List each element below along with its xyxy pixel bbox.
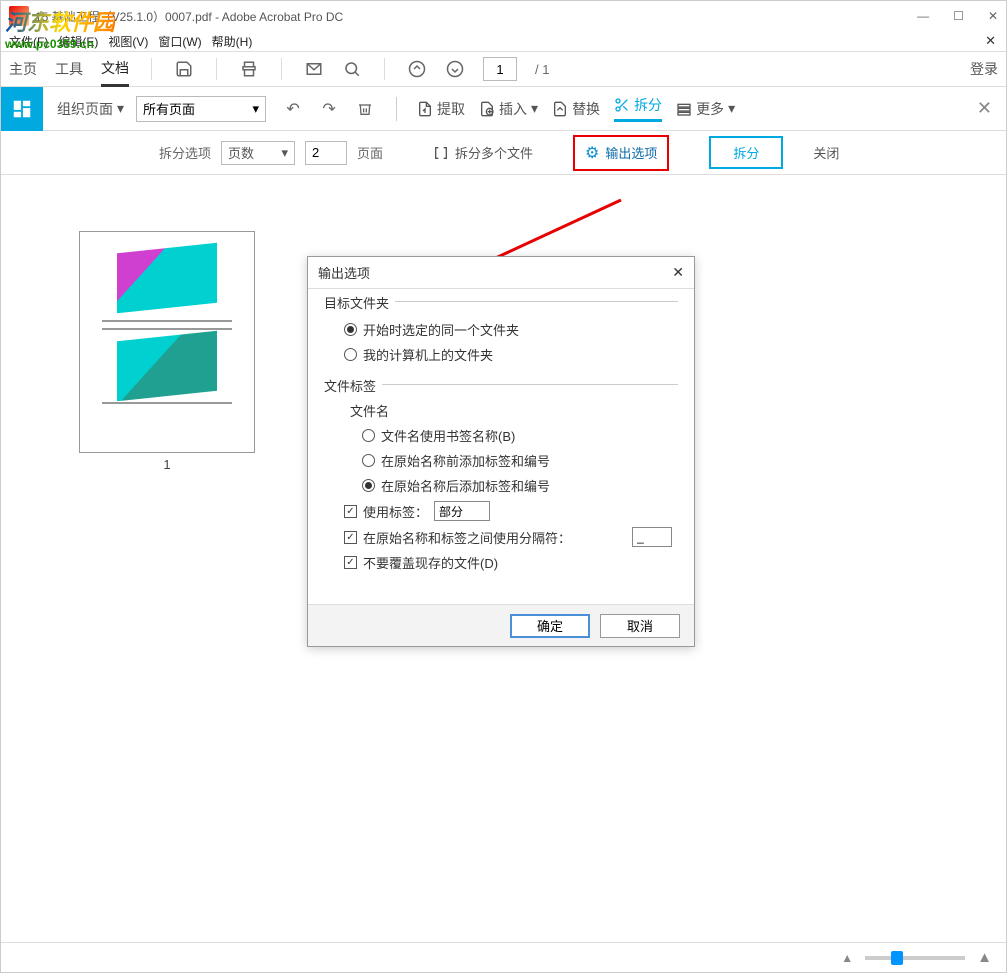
page-up-icon[interactable] (407, 59, 427, 79)
organize-dropdown[interactable]: 组织页面 ▾ (57, 99, 124, 119)
checkbox-icon (344, 531, 357, 544)
login-button[interactable]: 登录 (970, 59, 998, 79)
insert-button[interactable]: 插入 ▾ (479, 99, 538, 119)
thumbnail-number: 1 (79, 457, 255, 472)
radio-prefix[interactable]: 在原始名称前添加标签和编号 (362, 451, 672, 470)
file-label-legend: 文件标签 (324, 376, 382, 395)
close-organize-icon[interactable]: ✕ (977, 98, 992, 119)
split-close-button[interactable]: 关闭 (813, 143, 839, 162)
close-window-button[interactable]: ✕ (988, 9, 998, 23)
filename-label: 文件名 (350, 401, 672, 420)
menu-help[interactable]: 帮助(H) (212, 33, 253, 50)
dialog-titlebar: 输出选项 ✕ (308, 257, 694, 289)
extract-button[interactable]: 提取 (417, 99, 465, 119)
ok-button[interactable]: 确定 (510, 614, 590, 638)
split-run-button[interactable]: 拆分 (709, 136, 783, 169)
gear-icon: ⚙ (585, 143, 599, 163)
checkbox-use-separator[interactable]: 在原始名称和标签之间使用分隔符： (344, 527, 672, 547)
top-toolbar: 主页 工具 文档 / 1 登录 (1, 51, 1006, 87)
tab-tools[interactable]: 工具 (55, 53, 83, 85)
radio-computer-folder[interactable]: 我的计算机上的文件夹 (344, 345, 672, 364)
delete-icon[interactable] (354, 98, 376, 120)
separator (281, 58, 282, 80)
split-by-select[interactable]: 页数▾ (221, 141, 295, 165)
radio-use-bookmark[interactable]: 文件名使用书签名称(B) (362, 426, 672, 445)
menu-window[interactable]: 窗口(W) (158, 33, 201, 50)
radio-icon (344, 323, 357, 336)
print-icon[interactable] (239, 59, 259, 79)
page-thumbnail[interactable]: 1 (79, 231, 255, 472)
checkbox-no-overwrite[interactable]: 不要覆盖现存的文件(D) (344, 553, 672, 572)
menu-edit[interactable]: 编辑(E) (58, 33, 98, 50)
page-total: / 1 (535, 62, 549, 77)
dialog-title: 输出选项 (318, 263, 370, 282)
maximize-button[interactable]: ☐ (953, 9, 964, 23)
app-icon (9, 6, 29, 26)
radio-icon (362, 454, 375, 467)
split-count-input[interactable] (305, 141, 347, 165)
zoom-small-icon[interactable]: ▲ (841, 951, 853, 965)
menubar: 文件(F) 编辑(E) 视图(V) 窗口(W) 帮助(H) ✕ (1, 31, 1006, 51)
organize-pages-icon[interactable] (1, 87, 43, 131)
radio-suffix[interactable]: 在原始名称后添加标签和编号 (362, 476, 672, 495)
target-folder-group: 目标文件夹 开始时选定的同一个文件夹 我的计算机上的文件夹 (324, 301, 678, 376)
radio-icon (362, 479, 375, 492)
minimize-button[interactable]: — (917, 9, 929, 23)
zoom-slider[interactable] (865, 956, 965, 960)
cancel-button[interactable]: 取消 (600, 614, 680, 638)
chevron-down-icon: ▾ (253, 101, 260, 117)
separator (216, 58, 217, 80)
page-number-input[interactable] (483, 57, 517, 81)
radio-same-folder[interactable]: 开始时选定的同一个文件夹 (344, 320, 672, 339)
more-button[interactable]: 更多 ▾ (676, 99, 735, 119)
separator (151, 58, 152, 80)
separator (396, 97, 397, 121)
thumbnail-preview (79, 231, 255, 453)
tab-home[interactable]: 主页 (9, 53, 37, 85)
chevron-down-icon: ▾ (281, 145, 288, 161)
zoom-large-icon[interactable]: ▲ (977, 949, 992, 966)
checkbox-use-tag[interactable]: 使用标签： (344, 501, 672, 521)
rotate-left-icon[interactable]: ↶ (282, 98, 304, 120)
dialog-close-icon[interactable]: ✕ (672, 264, 684, 281)
email-icon[interactable] (304, 59, 324, 79)
split-options-toolbar: 拆分选项 页数▾ 页面 拆分多个文件 ⚙ 输出选项 拆分 关闭 (1, 131, 1006, 175)
output-options-button[interactable]: ⚙ 输出选项 (573, 135, 669, 171)
statusbar: ▲ ▲ (1, 942, 1006, 972)
replace-button[interactable]: 替换 (552, 99, 600, 119)
dialog-buttons: 确定 取消 (308, 604, 694, 646)
page-filter-select[interactable]: 所有页面▾ (136, 96, 266, 122)
close-document-icon[interactable]: ✕ (985, 33, 996, 49)
window-title: 15 基础工程（V25.1.0）0007.pdf - Adobe Acrobat… (35, 8, 343, 25)
split-options-label: 拆分选项 (159, 143, 211, 162)
window-titlebar: 15 基础工程（V25.1.0）0007.pdf - Adobe Acrobat… (1, 1, 1006, 31)
menu-view[interactable]: 视图(V) (108, 33, 148, 50)
split-multiple-button[interactable]: 拆分多个文件 (433, 143, 533, 162)
search-icon[interactable] (342, 59, 362, 79)
output-options-dialog: 输出选项 ✕ 目标文件夹 开始时选定的同一个文件夹 我的计算机上的文件夹 文件标… (307, 256, 695, 647)
rotate-right-icon[interactable]: ↷ (318, 98, 340, 120)
tab-document[interactable]: 文档 (101, 52, 129, 87)
checkbox-icon (344, 505, 357, 518)
tag-input[interactable] (434, 501, 490, 521)
file-label-group: 文件标签 文件名 文件名使用书签名称(B) 在原始名称前添加标签和编号 在原始名… (324, 384, 678, 584)
radio-icon (344, 348, 357, 361)
split-button[interactable]: 拆分 (614, 95, 662, 122)
zoom-handle[interactable] (891, 951, 903, 965)
separator (384, 58, 385, 80)
save-icon[interactable] (174, 59, 194, 79)
menu-file[interactable]: 文件(F) (9, 33, 48, 50)
pages-label: 页面 (357, 143, 383, 162)
separator-input[interactable] (632, 527, 672, 547)
page-down-icon[interactable] (445, 59, 465, 79)
checkbox-icon (344, 556, 357, 569)
organize-toolbar: 组织页面 ▾ 所有页面▾ ↶ ↷ 提取 插入 ▾ 替换 拆分 更多 ▾ ✕ (1, 87, 1006, 131)
radio-icon (362, 429, 375, 442)
target-folder-legend: 目标文件夹 (324, 293, 395, 312)
